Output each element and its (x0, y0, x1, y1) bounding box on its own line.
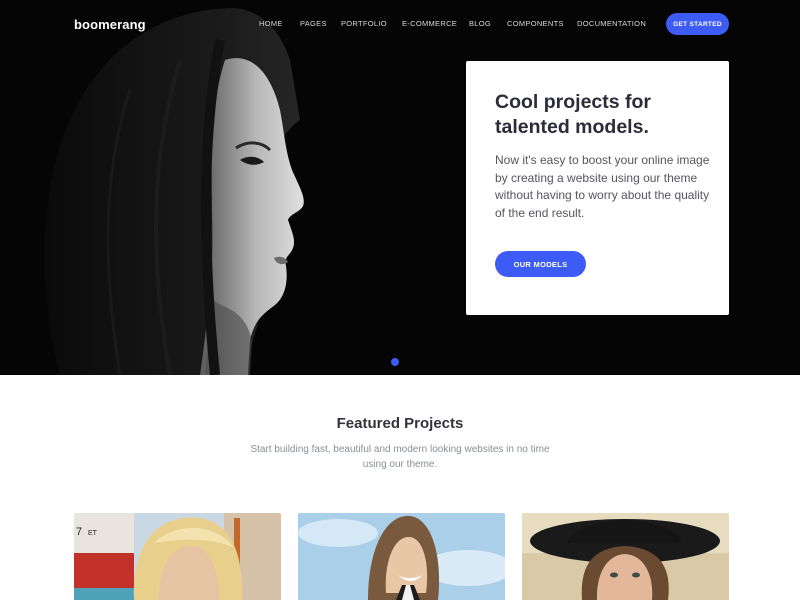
nav-item-e-commerce[interactable]: E-COMMERCE (402, 19, 457, 28)
project-thumbnail-laughing-woman[interactable] (298, 513, 505, 600)
our-models-button[interactable]: OUR MODELS (495, 251, 586, 277)
featured-projects-heading: Featured Projects (336, 415, 464, 432)
hero-card: Cool projects for talented models. Now i… (466, 61, 729, 315)
project-image-2 (298, 513, 505, 600)
hero-portrait-image (0, 0, 380, 375)
nav-item-home[interactable]: HOME (259, 19, 283, 28)
top-navbar: boomerang HOME PAGES PORTFOLIO E-COMMERC… (0, 0, 800, 48)
project-thumbnail-woman-in-hat[interactable] (522, 513, 729, 600)
project-thumbnail-blonde-woman[interactable]: 7 ET (74, 513, 281, 600)
hero-title: Cool projects for talented models. (495, 91, 652, 138)
project-image-1: 7 ET (74, 513, 281, 600)
featured-projects-subtitle: Start building fast, beautiful and moder… (250, 444, 550, 470)
brand-logo[interactable]: boomerang (74, 17, 146, 32)
get-started-button[interactable]: GET STARTED (666, 13, 729, 35)
hero-description: Now it's easy to boost your online image… (495, 153, 710, 221)
nav-item-documentation[interactable]: DOCUMENTATION (577, 19, 646, 28)
svg-text:ET: ET (88, 530, 98, 537)
nav-item-components[interactable]: COMPONENTS (507, 19, 564, 28)
nav-item-portfolio[interactable]: PORTFOLIO (341, 19, 387, 28)
nav-item-blog[interactable]: BLOG (469, 19, 491, 28)
svg-text:7: 7 (76, 526, 82, 538)
nav-item-pages[interactable]: PAGES (300, 19, 327, 28)
hero-section: boomerang HOME PAGES PORTFOLIO E-COMMERC… (0, 0, 800, 375)
project-image-3 (522, 513, 729, 600)
carousel-indicator-active[interactable] (391, 358, 399, 366)
